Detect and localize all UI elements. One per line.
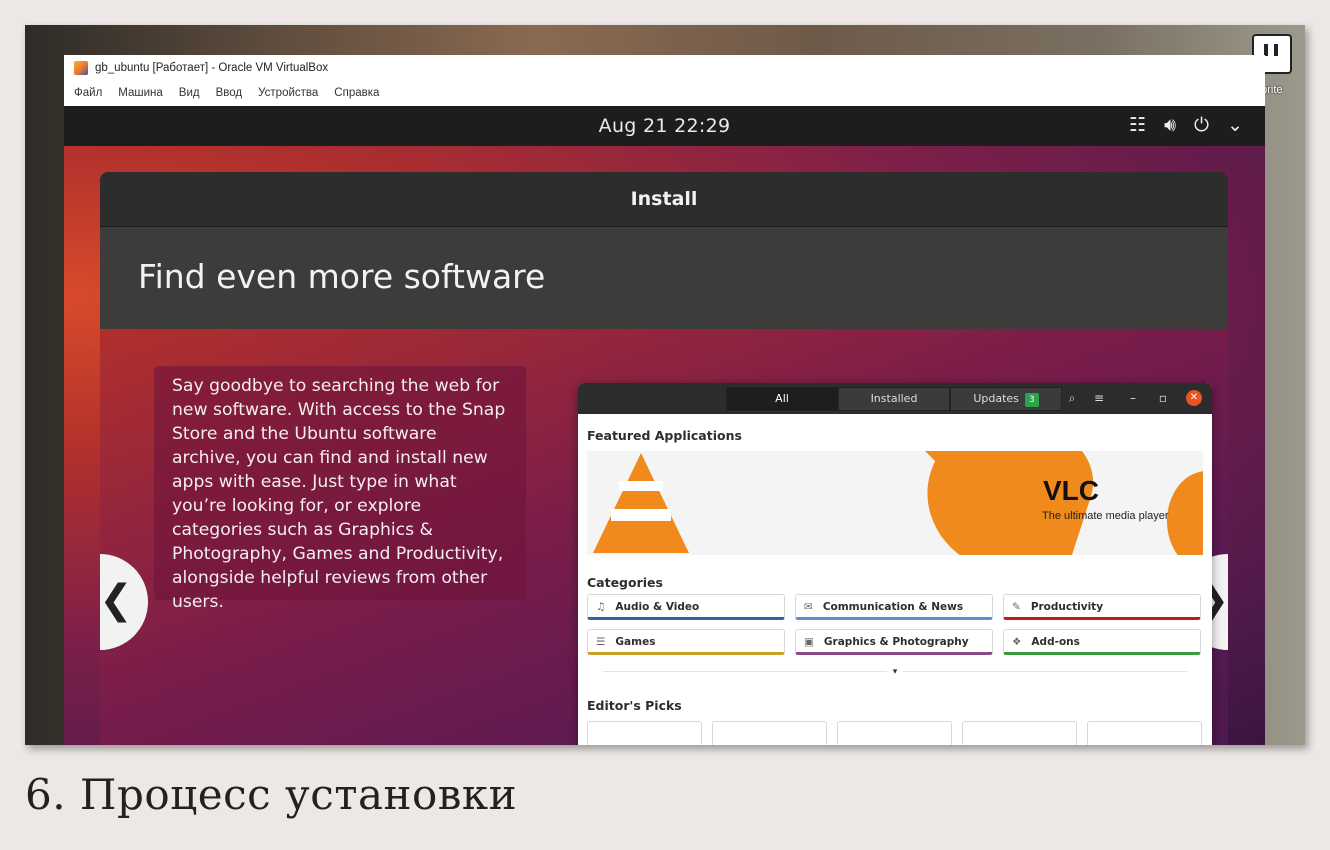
pick-card[interactable] bbox=[712, 721, 827, 745]
maximize-icon[interactable]: ▫ bbox=[1153, 388, 1173, 408]
categories-grid: ♫ Audio & Video ✉ Communication & News ✎ Pr… bbox=[587, 594, 1203, 655]
category-audio-video[interactable]: ♫ Audio & Video bbox=[587, 594, 785, 620]
menu-view[interactable]: Вид bbox=[179, 87, 200, 99]
gnome-topbar: Aug 21 22:29 ☷ 🔊︎ ⏻ ⌄ bbox=[64, 106, 1265, 146]
virtualbox-window: gb_ubuntu [Работает] - Oracle VM Virtual… bbox=[64, 55, 1265, 745]
category-productivity[interactable]: ✎ Productivity bbox=[1003, 594, 1201, 620]
previous-slide-button[interactable]: ❮ bbox=[100, 554, 148, 650]
chat-bubble-icon: ✉ bbox=[804, 601, 813, 613]
network-icon[interactable]: ☷ bbox=[1129, 114, 1146, 136]
system-tray[interactable]: ☷ 🔊︎ ⏻ ⌄ bbox=[1111, 114, 1243, 136]
install-dialog: Install Find even more software Say good… bbox=[100, 172, 1228, 745]
dialog-header: Install bbox=[100, 172, 1228, 227]
categories-heading: Categories bbox=[587, 575, 663, 590]
chevron-down-icon[interactable]: ▾ bbox=[886, 667, 904, 677]
tab-installed[interactable]: Installed bbox=[838, 387, 950, 411]
menu-file[interactable]: Файл bbox=[74, 87, 102, 99]
search-icon[interactable]: ⌕ bbox=[1062, 388, 1082, 408]
menu-input[interactable]: Ввод bbox=[216, 87, 243, 99]
window-title: gb_ubuntu [Работает] - Oracle VM Virtual… bbox=[95, 62, 329, 74]
chevron-down-icon[interactable]: ⌄ bbox=[1227, 114, 1243, 136]
category-label: Audio & Video bbox=[615, 601, 700, 613]
banner-tagline: The ultimate media player bbox=[1042, 510, 1169, 522]
banner-decoration bbox=[1167, 471, 1203, 555]
slide-description: Say goodbye to searching the web for new… bbox=[154, 366, 526, 612]
editors-picks-heading: Editor's Picks bbox=[587, 698, 682, 713]
category-add-ons[interactable]: ❖ Add-ons bbox=[1003, 629, 1201, 655]
cone-stripe bbox=[619, 481, 663, 491]
banner-app-name: VLC bbox=[1043, 475, 1099, 506]
pick-card[interactable] bbox=[1087, 721, 1202, 745]
figure-caption: 6. Процесс установки bbox=[25, 770, 518, 819]
vlc-cone-icon bbox=[593, 453, 689, 553]
power-icon[interactable]: ⏻ bbox=[1194, 114, 1209, 136]
tab-updates-label: Updates bbox=[973, 392, 1019, 405]
software-store-preview: All Installed Updates 3 ⌕ ≡ – ▫ ✕ Featur… bbox=[578, 383, 1212, 745]
featured-banner[interactable]: VLC The ultimate media player bbox=[587, 451, 1203, 555]
updates-count-badge: 3 bbox=[1024, 393, 1039, 407]
category-label: Add-ons bbox=[1031, 636, 1080, 648]
store-tabs: All Installed Updates 3 bbox=[726, 387, 1062, 411]
category-games[interactable]: ☰ Games bbox=[587, 629, 785, 655]
store-body: Featured Applications VLC The ultimate m… bbox=[578, 428, 1212, 745]
menu-devices[interactable]: Устройства bbox=[258, 87, 318, 99]
slide-title: Find even more software bbox=[100, 227, 1228, 329]
category-communication-news[interactable]: ✉ Communication & News bbox=[795, 594, 993, 620]
menu-help[interactable]: Справка bbox=[334, 87, 379, 99]
category-label: Games bbox=[615, 636, 656, 648]
show-more-expander[interactable]: ▾ bbox=[603, 667, 1187, 682]
minimize-icon[interactable]: – bbox=[1123, 388, 1143, 408]
guest-screen: Aug 21 22:29 ☷ 🔊︎ ⏻ ⌄ Install Find even … bbox=[64, 106, 1265, 745]
category-label: Communication & News bbox=[822, 601, 964, 613]
window-titlebar: gb_ubuntu [Работает] - Oracle VM Virtual… bbox=[64, 55, 1265, 81]
close-icon[interactable]: ✕ bbox=[1186, 390, 1202, 406]
editors-picks-row bbox=[587, 721, 1203, 745]
music-note-icon: ♫ bbox=[596, 601, 606, 613]
pick-card[interactable] bbox=[587, 721, 702, 745]
menu-icon[interactable]: ≡ bbox=[1089, 388, 1109, 408]
menubar: Файл Машина Вид Ввод Устройства Справка bbox=[64, 81, 1265, 105]
cone-stripe bbox=[611, 509, 671, 521]
featured-heading: Featured Applications bbox=[587, 428, 742, 443]
menu-machine[interactable]: Машина bbox=[118, 87, 163, 99]
store-headerbar: All Installed Updates 3 ⌕ ≡ – ▫ ✕ bbox=[578, 383, 1212, 414]
pick-card[interactable] bbox=[837, 721, 952, 745]
category-label: Productivity bbox=[1030, 601, 1104, 613]
gamepad-icon: ☰ bbox=[596, 636, 606, 648]
virtualbox-icon bbox=[74, 61, 88, 75]
tab-updates[interactable]: Updates 3 bbox=[950, 387, 1062, 411]
edit-icon: ✎ bbox=[1012, 601, 1021, 613]
category-label: Graphics & Photography bbox=[823, 636, 969, 648]
category-graphics-photography[interactable]: ▣ Graphics & Photography bbox=[795, 629, 993, 655]
clock[interactable]: Aug 21 22:29 bbox=[64, 106, 1265, 146]
pick-card[interactable] bbox=[962, 721, 1077, 745]
image-icon: ▣ bbox=[804, 636, 814, 648]
puzzle-icon: ❖ bbox=[1012, 636, 1022, 648]
screenshot: eprite gb_ubuntu [Работает] - Oracle VM … bbox=[25, 25, 1305, 745]
volume-icon[interactable]: 🔊︎ bbox=[1164, 114, 1176, 136]
tab-all[interactable]: All bbox=[726, 387, 838, 411]
